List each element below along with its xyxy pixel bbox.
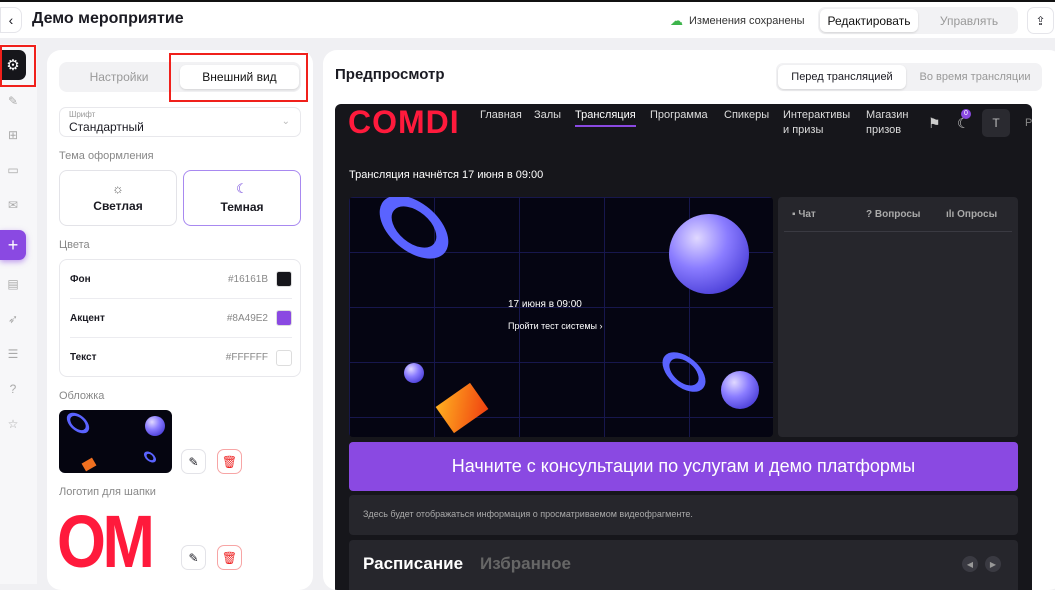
color-name: Фон <box>70 273 91 285</box>
bar-chart-icon: ılı <box>946 209 958 220</box>
preview-title: Предпросмотр <box>335 66 445 83</box>
preview-tabs: Перед трансляцией Во время трансляции <box>776 63 1042 91</box>
sun-icon: ☼ <box>112 181 124 196</box>
color-name: Акцент <box>70 312 105 324</box>
nav-cut-item: P <box>1025 117 1032 129</box>
logo-heading: Логотип для шапки <box>59 486 156 498</box>
icon-sidebar: ⚙ ✎ ⊞ ▭ ✉ + ▤ ➶ ☰ ? ☆ <box>0 44 37 584</box>
color-swatch[interactable] <box>276 310 292 326</box>
system-test-link[interactable]: Пройти тест системы › <box>508 321 603 331</box>
system-test-label: Пройти тест системы <box>508 321 598 331</box>
theme-dark-option[interactable]: ☾ Темная <box>183 170 301 226</box>
delete-cover-button[interactable]: 🗑 <box>217 449 242 474</box>
bookmark-icon[interactable]: ⚑ <box>928 115 941 132</box>
moon-icon: ☾ <box>236 181 248 196</box>
cloud-check-icon: ☁ <box>670 13 683 28</box>
tab-polls-label: Опросы <box>957 209 998 220</box>
add-screen-icon[interactable]: ⊞ <box>5 128 21 144</box>
nav-speakers[interactable]: Спикеры <box>724 108 769 123</box>
color-hex: #16161B <box>227 273 268 285</box>
color-hex: #FFFFFF <box>225 352 268 363</box>
color-swatch[interactable] <box>276 271 292 287</box>
tab-questions[interactable]: ? Вопросы <box>866 209 920 220</box>
site-logo: COMDI <box>348 104 460 140</box>
edit-mode-button[interactable]: Редактировать <box>820 9 918 32</box>
font-select[interactable]: Шрифт Стандартный ⌄ <box>59 107 301 137</box>
tab-polls[interactable]: ılı Опросы <box>946 209 997 220</box>
color-name: Текст <box>70 352 97 363</box>
colors-list: Фон #16161B Акцент #8A49E2 Текст #FFFFFF <box>59 259 301 377</box>
color-row-accent[interactable]: Акцент #8A49E2 <box>70 299 292 338</box>
next-arrow-icon[interactable]: ▶ <box>985 556 1001 572</box>
video-date: 17 июня в 09:00 <box>508 299 582 310</box>
chat-icon[interactable]: ☰ <box>5 347 21 363</box>
preview-panel: Предпросмотр Перед трансляцией Во время … <box>323 50 1055 590</box>
cover-thumbnail <box>59 410 172 473</box>
chat-panel: ▪ Чат ? Вопросы ılı Опросы <box>778 197 1018 437</box>
back-button[interactable]: ‹ <box>0 7 22 33</box>
rocket-icon[interactable]: ➶ <box>5 312 21 328</box>
promo-banner[interactable]: Начните с консультации по услугам и демо… <box>349 442 1018 491</box>
theme-dark-label: Темная <box>220 200 264 214</box>
save-status: ☁ Изменения сохранены <box>670 13 805 29</box>
theme-light-label: Светлая <box>93 199 143 213</box>
question-icon: ? <box>866 209 875 220</box>
nav-halls[interactable]: Залы <box>534 108 561 123</box>
notification-badge: 0 <box>961 109 971 119</box>
tab-before-stream[interactable]: Перед трансляцией <box>778 65 906 89</box>
top-bar: ‹ Демо мероприятие ☁ Изменения сохранены … <box>0 0 1055 38</box>
question-icon[interactable]: ? <box>5 382 21 398</box>
mode-switch: Редактировать Управлять <box>818 7 1018 34</box>
tab-chat-label: Чат <box>798 209 816 220</box>
nav-program[interactable]: Программа <box>650 108 708 123</box>
font-label: Шрифт <box>69 110 96 119</box>
delete-logo-button[interactable]: 🗑 <box>217 545 242 570</box>
mail-icon[interactable]: ✉ <box>5 198 21 214</box>
schedule-section: Расписание Избранное ◀ ▶ <box>349 540 1018 590</box>
tab-chat[interactable]: ▪ Чат <box>792 209 816 220</box>
tab-favorites[interactable]: Избранное <box>480 554 571 574</box>
edit-logo-button[interactable]: ✎ <box>181 545 206 570</box>
save-status-text: Изменения сохранены <box>689 15 805 27</box>
theme-heading: Тема оформления <box>59 150 154 162</box>
tab-settings[interactable]: Настройки <box>59 62 179 92</box>
nav-shop[interactable]: Магазин призов <box>866 108 908 138</box>
cover-heading: Обложка <box>59 390 105 402</box>
color-row-text[interactable]: Текст #FFFFFF <box>70 338 292 377</box>
tab-schedule[interactable]: Расписание <box>363 554 463 574</box>
theme-light-option[interactable]: ☼ Светлая <box>59 170 177 226</box>
video-player[interactable]: 17 июня в 09:00 Пройти тест системы › <box>349 197 773 437</box>
font-value: Стандартный <box>69 120 144 134</box>
appearance-panel: Настройки Внешний вид Шрифт Стандартный … <box>47 50 313 590</box>
highlight-box <box>169 53 308 102</box>
page-title: Демо мероприятие <box>32 10 184 27</box>
add-button[interactable]: + <box>0 230 26 260</box>
nav-home[interactable]: Главная <box>480 108 522 123</box>
edit-cover-button[interactable]: ✎ <box>181 449 206 474</box>
colors-heading: Цвета <box>59 239 90 251</box>
nav-interactives[interactable]: Интерактивы и призы <box>783 108 850 138</box>
manage-mode-button[interactable]: Управлять <box>920 7 1018 34</box>
tab-during-stream[interactable]: Во время трансляции <box>908 63 1042 91</box>
color-swatch[interactable] <box>276 349 292 366</box>
chevron-right-icon: › <box>599 321 603 331</box>
color-row-background[interactable]: Фон #16161B <box>70 260 292 299</box>
site-preview: COMDI Главная Залы Трансляция Программа … <box>335 104 1032 590</box>
share-button[interactable]: ⇪ <box>1027 7 1054 34</box>
avatar[interactable]: T <box>982 109 1010 137</box>
id-card-icon[interactable]: ▭ <box>5 163 21 179</box>
chevron-down-icon: ⌄ <box>281 116 290 127</box>
video-info: Здесь будет отображаться информация о пр… <box>349 495 1018 535</box>
edit-doc-icon[interactable]: ✎ <box>5 94 21 110</box>
clipboard-icon[interactable]: ▤ <box>5 277 21 293</box>
color-hex: #8A49E2 <box>226 312 268 324</box>
highlight-box <box>0 45 36 87</box>
nav-stream[interactable]: Трансляция <box>575 108 636 127</box>
tab-questions-label: Вопросы <box>874 209 921 220</box>
header-logo-preview: OM <box>57 500 155 583</box>
stream-start-text: Трансляция начнётся 17 июня в 09:00 <box>349 169 544 181</box>
prev-arrow-icon[interactable]: ◀ <box>962 556 978 572</box>
star-icon[interactable]: ☆ <box>5 417 21 433</box>
